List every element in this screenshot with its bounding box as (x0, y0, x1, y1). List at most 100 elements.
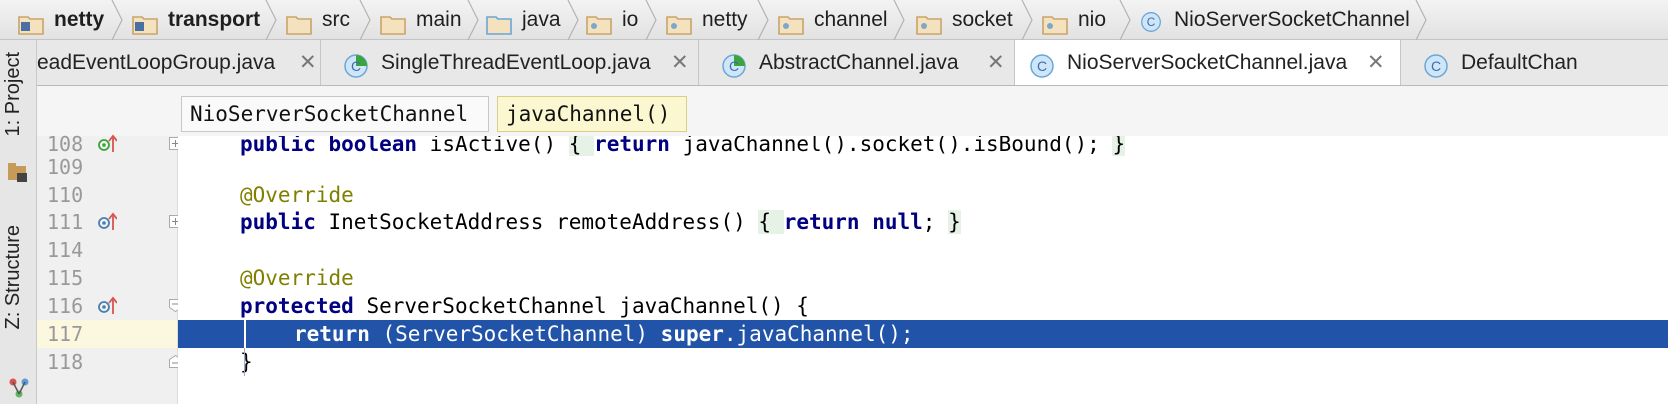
code-line[interactable] (178, 236, 1668, 264)
breadcrumb-separator-icon (645, 0, 657, 40)
package-icon (778, 9, 804, 35)
line-number: 109 (47, 155, 84, 179)
close-tab-icon[interactable]: ✕ (1367, 40, 1385, 85)
structure-tool-tab[interactable]: Z: Structure (2, 225, 25, 329)
module-folder-icon (132, 16, 158, 35)
code-line[interactable]: @Override (178, 181, 1668, 209)
module-folder-icon (18, 9, 44, 35)
breadcrumb-separator-icon (1021, 0, 1033, 40)
code-line[interactable]: @Override (178, 264, 1668, 292)
class-icon: C (1141, 12, 1161, 32)
module-folder-icon (132, 9, 158, 35)
package-icon (916, 9, 942, 35)
tab-label: DefaultChan (1461, 51, 1578, 74)
keyword-token: protected (240, 294, 367, 318)
editor-tab-0[interactable]: eadEventLoopGroup.java ✕ (37, 40, 321, 85)
breadcrumb-label: main (416, 8, 462, 31)
breadcrumb-label: io (622, 8, 639, 31)
svg-text:C: C (1147, 15, 1156, 29)
line-number: 118 (47, 350, 84, 374)
editor-tabs: eadEventLoopGroup.java ✕ C SingleThreadEven… (37, 40, 1668, 86)
line-number: 117 (47, 322, 84, 346)
code-line[interactable] (178, 153, 1668, 181)
source-folder-icon (486, 16, 512, 35)
folded-brace-token: } (948, 210, 961, 234)
breadcrumb-separator-icon (1415, 0, 1427, 40)
editor-tab-4[interactable]: C DefaultChan (1401, 40, 1668, 85)
class-breadcrumb-chip[interactable]: NioServerSocketChannel (181, 96, 489, 132)
package-icon (1042, 9, 1068, 35)
keyword-token: null (872, 210, 923, 234)
gutter-row: 116 (37, 292, 182, 320)
code-editor[interactable]: public boolean isActive() { return javaC… (178, 136, 1668, 404)
folder-icon (286, 16, 312, 35)
overrides-icon[interactable] (97, 212, 117, 232)
abstract-class-icon: C (721, 50, 747, 78)
tab-label: eadEventLoopGroup.java (37, 51, 276, 74)
annotation-token: @Override (240, 183, 354, 207)
line-number: 116 (47, 294, 84, 318)
class-icon: C (1138, 7, 1164, 32)
folder-icon (380, 16, 406, 35)
gutter-row: 114 (37, 236, 177, 264)
package-icon (1042, 16, 1068, 35)
svg-text:C: C (1037, 58, 1047, 74)
code-token: .javaChannel(); (723, 322, 914, 346)
breadcrumb-label: socket (952, 8, 1013, 31)
gutter-row: 111 (37, 208, 182, 236)
breadcrumb-label: java (522, 8, 561, 31)
package-icon (586, 9, 612, 35)
tab-label: SingleThreadEventLoop.java (381, 51, 651, 74)
breadcrumb-label: channel (814, 8, 888, 31)
method-breadcrumb-chip[interactable]: javaChannel() (497, 96, 687, 132)
code-token: ; (922, 210, 949, 234)
code-line[interactable]: protected ServerSocketChannel javaChanne… (178, 292, 1668, 320)
package-icon (778, 16, 804, 35)
abstract-class-icon: C (722, 54, 746, 78)
abstract-class-icon: C (343, 50, 369, 78)
left-tool-strip: 1: Project Z: Structure (0, 40, 37, 404)
navigation-bar: netty transport src main java io netty channel s… (0, 0, 1668, 40)
editor-gutter[interactable]: 108 109 110 111 114 115 116 117 118 (37, 132, 182, 404)
gutter-row: 117 (37, 320, 177, 348)
selected-code-line[interactable]: return (ServerSocketChannel) super.javaC… (178, 320, 1668, 348)
breadcrumb-separator-icon (1119, 0, 1131, 40)
code-line[interactable]: } (178, 348, 1668, 376)
tab-label: NioServerSocketChannel.java (1067, 51, 1348, 74)
code-line[interactable]: public InetSocketAddress remoteAddress()… (178, 208, 1668, 236)
gutter-row: 118 (37, 348, 182, 376)
gutter-row: 110 (37, 181, 177, 209)
keyword-token: return (294, 322, 383, 346)
editor-tab-2[interactable]: C AbstractChannel.java ✕ (699, 40, 1015, 85)
code-token: (ServerSocketChannel) (382, 322, 661, 346)
editor-tab-3[interactable]: C NioServerSocketChannel.java ✕ (1015, 40, 1401, 85)
close-tab-icon[interactable]: ✕ (671, 40, 689, 85)
close-tab-icon[interactable]: ✕ (299, 40, 317, 85)
tab-label: AbstractChannel.java (759, 51, 959, 74)
annotation-token: @Override (240, 266, 354, 290)
class-icon: C (1424, 54, 1448, 78)
text-caret (244, 320, 246, 348)
code-token: ServerSocketChannel javaChannel() { (366, 294, 809, 318)
code-token: InetSocketAddress remoteAddress() (328, 210, 759, 234)
breadcrumb-separator-icon (757, 0, 769, 40)
breadcrumb-label: nio (1078, 8, 1107, 31)
editor-tab-1[interactable]: C SingleThreadEventLoop.java ✕ (321, 40, 699, 85)
editor-breadcrumb-area: NioServerSocketChannel javaChannel() (37, 86, 1668, 136)
line-number: 114 (47, 238, 84, 262)
overrides-icon[interactable] (97, 296, 117, 316)
source-folder-icon (486, 9, 512, 35)
close-tab-icon[interactable]: ✕ (987, 40, 1005, 85)
project-tool-tab[interactable]: 1: Project (2, 52, 25, 136)
module-folder-icon (18, 16, 44, 35)
line-number: 115 (47, 266, 84, 290)
breadcrumb-label: transport (168, 8, 261, 31)
line-number: 110 (47, 183, 84, 207)
implements-icon[interactable] (97, 134, 117, 154)
